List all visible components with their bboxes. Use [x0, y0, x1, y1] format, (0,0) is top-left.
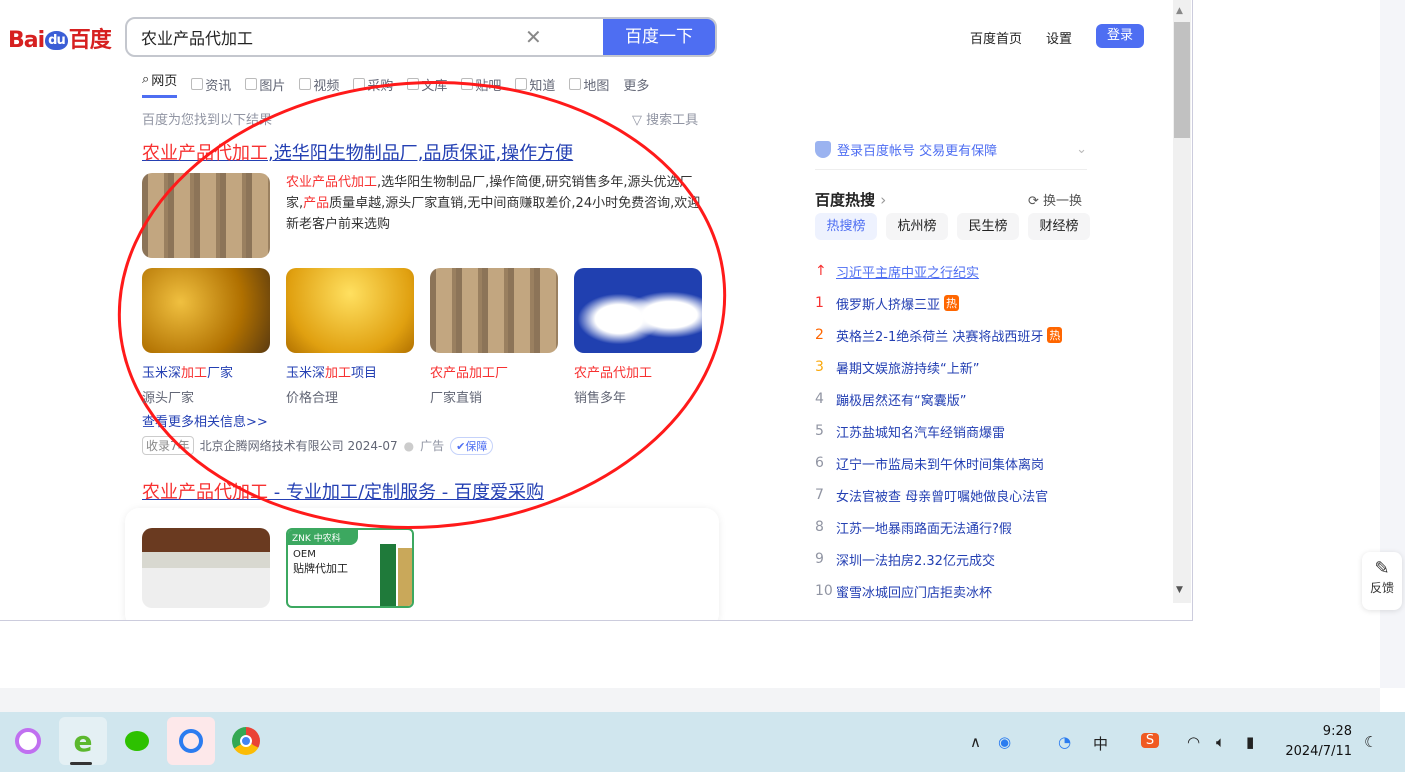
wifi-icon[interactable]: ◠: [1187, 733, 1200, 751]
card-title: 玉米深加工厂家: [142, 362, 233, 381]
card-title: 农产品代加工: [574, 362, 652, 381]
taskbar-chat-app[interactable]: [167, 717, 215, 765]
volume-icon[interactable]: 🔈︎: [1216, 733, 1225, 751]
card-title: 农产品加工厂: [430, 362, 508, 381]
card-title-c: 厂家: [207, 366, 234, 381]
feedback-label: 反馈: [1369, 581, 1394, 595]
tray-chat-icon[interactable]: ◉: [998, 733, 1011, 751]
edit-icon: ✎: [1374, 558, 1390, 579]
right-pane: [1193, 0, 1380, 688]
related-card[interactable]: 玉米深加工项目 价格合理: [286, 362, 377, 406]
ime-indicator[interactable]: 中: [1093, 733, 1108, 754]
browser-viewport: Baidu百度 ✕ 百度一下 百度首页 设置 登录 ⌕网页资讯图片视频采购文库贴…: [0, 0, 1193, 621]
active-indicator: [70, 762, 92, 765]
chat-icon: [179, 729, 203, 753]
related-card[interactable]: 农产品代加工 销售多年: [574, 362, 652, 406]
card-image[interactable]: [286, 268, 414, 353]
feedback-button[interactable]: ✎ 反馈: [1362, 552, 1402, 610]
taskbar-chrome[interactable]: [222, 717, 270, 765]
moon-icon[interactable]: ☾: [1364, 733, 1377, 751]
card-subtitle: 厂家直销: [430, 391, 483, 406]
clock[interactable]: 9:28 2024/7/11: [1280, 722, 1352, 762]
related-card[interactable]: 玉米深加工厂家 源头厂家: [142, 362, 233, 406]
card-title-a: 玉米深: [286, 366, 326, 381]
card-title-b: 农产品加工: [430, 366, 496, 381]
page-bottom: [0, 688, 1380, 712]
taskbar-browser-e[interactable]: e: [59, 717, 107, 765]
card-title: 玉米深加工项目: [286, 362, 377, 381]
tray-expand-icon[interactable]: ∧: [970, 733, 981, 751]
card-image[interactable]: [574, 268, 702, 353]
card-title-b: 加工: [181, 366, 208, 381]
card-title-b: 农产品代加工: [574, 366, 653, 381]
date: 2024/7/11: [1285, 744, 1352, 759]
ai-icon: [15, 728, 41, 754]
card-image[interactable]: [142, 268, 270, 353]
taskbar-ai-app[interactable]: [4, 717, 52, 765]
wechat-icon: [125, 731, 149, 751]
card-image[interactable]: [430, 268, 558, 353]
card-subtitle: 价格合理: [286, 391, 339, 406]
chrome-icon: [232, 727, 260, 755]
related-card[interactable]: 农产品加工厂 厂家直销: [430, 362, 508, 406]
card-title-a: 玉米深: [142, 366, 182, 381]
card-subtitle: 销售多年: [574, 391, 627, 406]
taskbar-wechat[interactable]: [113, 717, 161, 765]
sogou-icon[interactable]: S: [1141, 733, 1159, 748]
card-title-b: 加工: [325, 366, 352, 381]
battery-icon[interactable]: ▮: [1246, 733, 1254, 751]
ie-icon: e: [73, 724, 93, 758]
card-title-c: 厂: [495, 366, 509, 381]
card-subtitle: 源头厂家: [142, 391, 195, 406]
time: 9:28: [1322, 724, 1352, 739]
tray-cloud-icon[interactable]: ◔: [1058, 733, 1071, 751]
card-title-c: 项目: [351, 366, 378, 381]
